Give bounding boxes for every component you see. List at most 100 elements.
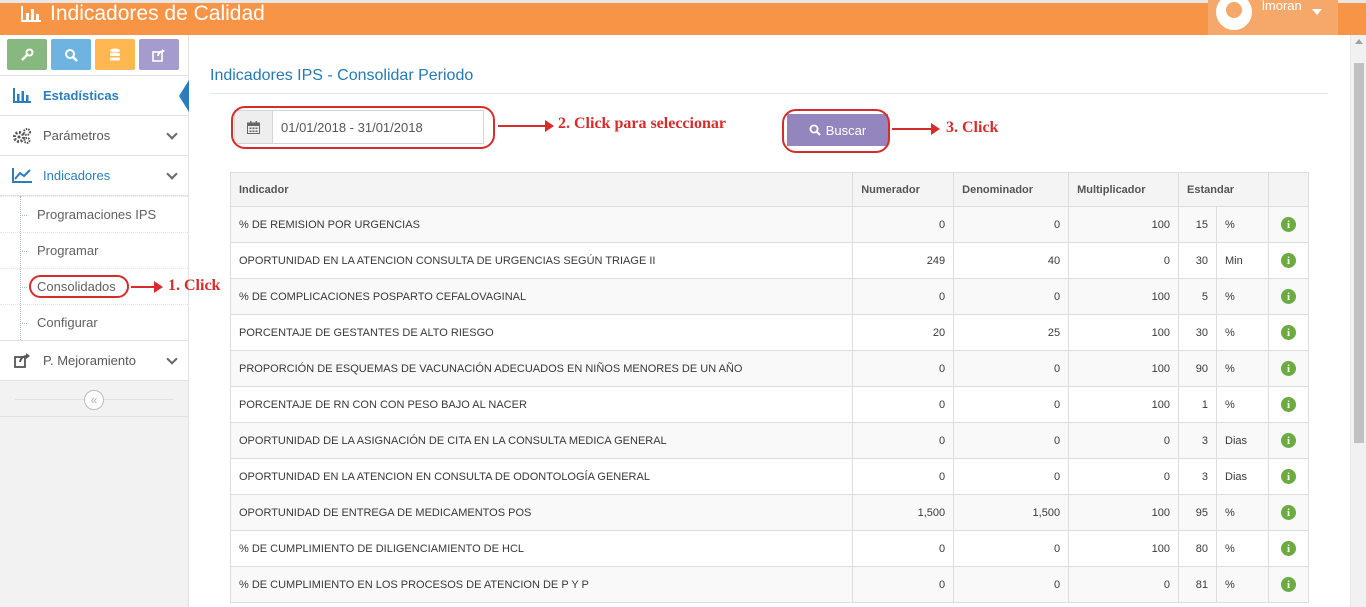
info-icon[interactable]: i bbox=[1280, 361, 1296, 376]
cell-actions: i bbox=[1267, 278, 1310, 315]
submenu-item-label: Configurar bbox=[37, 315, 98, 330]
cell-denominador: 0 bbox=[953, 458, 1070, 495]
sidebar-item-label: Parámetros bbox=[43, 128, 111, 143]
cell-indicador: PORCENTAJE DE GESTANTES DE ALTO RIESGO bbox=[229, 314, 854, 351]
info-icon[interactable]: i bbox=[1280, 253, 1296, 268]
col-header-denominador[interactable]: Denominador bbox=[953, 172, 1070, 207]
main-content: Indicadores IPS - Consolidar Periodo 01/… bbox=[190, 35, 1350, 607]
cell-estandar: 90 bbox=[1178, 350, 1217, 387]
sidebar-item-label: P. Mejoramiento bbox=[43, 353, 136, 368]
col-header-indicador[interactable]: Indicador bbox=[229, 172, 854, 207]
info-icon[interactable]: i bbox=[1280, 577, 1296, 592]
cell-estandar: 95 bbox=[1178, 494, 1217, 531]
cell-indicador: OPORTUNIDAD EN LA ATENCION CONSULTA DE U… bbox=[229, 242, 854, 279]
submenu-item-programar[interactable]: Programar bbox=[0, 232, 188, 268]
sidebar-collapse-row: « bbox=[0, 381, 188, 417]
col-header-multiplicador[interactable]: Multiplicador bbox=[1068, 172, 1180, 207]
cell-unidad: % bbox=[1216, 494, 1269, 531]
cell-unidad: % bbox=[1216, 566, 1269, 603]
cell-multiplicador: 100 bbox=[1068, 530, 1180, 567]
cell-unidad: % bbox=[1216, 386, 1269, 423]
cell-denominador: 0 bbox=[953, 566, 1070, 603]
submenu-item-programaciones-ips[interactable]: Programaciones IPS bbox=[0, 196, 188, 232]
chevron-down-icon bbox=[166, 128, 178, 140]
line-chart-icon bbox=[12, 168, 32, 184]
shortcut-database-button[interactable] bbox=[95, 39, 135, 70]
info-icon[interactable]: i bbox=[1280, 397, 1296, 412]
app-brand[interactable]: Indicadores de Calidad bbox=[20, 1, 265, 27]
cell-numerador: 0 bbox=[852, 278, 955, 315]
annotation-arrow-1 bbox=[131, 281, 163, 293]
bar-chart-icon bbox=[12, 88, 32, 104]
col-header-actions bbox=[1267, 172, 1310, 207]
cell-indicador: PROPORCIÓN DE ESQUEMAS DE VACUNACIÓN ADE… bbox=[229, 350, 854, 387]
cell-denominador: 0 bbox=[953, 422, 1070, 459]
double-chevron-left-icon[interactable]: « bbox=[84, 390, 104, 410]
cell-numerador: 0 bbox=[852, 350, 955, 387]
info-icon[interactable]: i bbox=[1280, 325, 1296, 340]
sidebar-item-parametros[interactable]: Parámetros bbox=[0, 116, 188, 156]
submenu-item-configurar[interactable]: Configurar bbox=[0, 304, 188, 340]
cell-indicador: % DE CUMPLIMIENTO EN LOS PROCESOS DE ATE… bbox=[229, 566, 854, 603]
cell-denominador: 0 bbox=[953, 386, 1070, 423]
submenu-item-label: Programaciones IPS bbox=[37, 207, 157, 222]
shortcut-search-button[interactable] bbox=[51, 39, 91, 70]
cell-multiplicador: 0 bbox=[1068, 458, 1180, 495]
cell-unidad: Dias bbox=[1216, 422, 1269, 459]
cell-numerador: 20 bbox=[852, 314, 955, 351]
user-menu[interactable]: lmoran bbox=[1208, 0, 1338, 35]
bar-chart-icon bbox=[21, 6, 41, 22]
sidebar-item-indicadores[interactable]: Indicadores bbox=[0, 156, 188, 196]
cell-actions: i bbox=[1267, 314, 1310, 351]
submenu-item-label: Programar bbox=[37, 243, 99, 258]
cell-estandar: 3 bbox=[1178, 458, 1217, 495]
annotation-oval-date bbox=[231, 106, 495, 149]
sidebar-item-label: Estadísticas bbox=[43, 88, 119, 103]
table-row: % DE COMPLICACIONES POSPARTO CEFALOVAGIN… bbox=[229, 278, 1310, 315]
cell-indicador: OPORTUNIDAD DE LA ASIGNACIÓN DE CITA EN … bbox=[229, 422, 854, 459]
table-row: OPORTUNIDAD DE LA ASIGNACIÓN DE CITA EN … bbox=[229, 422, 1310, 459]
info-icon[interactable]: i bbox=[1280, 541, 1296, 556]
cell-estandar: 80 bbox=[1178, 530, 1217, 567]
title-divider bbox=[210, 93, 1328, 94]
cell-multiplicador: 100 bbox=[1068, 386, 1180, 423]
annotation-arrow-3 bbox=[892, 123, 940, 135]
cell-numerador: 0 bbox=[852, 458, 955, 495]
cell-multiplicador: 0 bbox=[1068, 422, 1180, 459]
cell-multiplicador: 100 bbox=[1068, 494, 1180, 531]
cell-numerador: 1,500 bbox=[852, 494, 955, 531]
col-header-estandar[interactable]: Estandar bbox=[1178, 172, 1269, 207]
cell-multiplicador: 0 bbox=[1068, 242, 1180, 279]
cell-indicador: % DE REMISION POR URGENCIAS bbox=[229, 206, 854, 243]
sidebar-item-estadisticas[interactable]: Estadísticas bbox=[0, 76, 189, 116]
col-header-numerador[interactable]: Numerador bbox=[852, 172, 955, 207]
navbar: Indicadores de Calidad lmoran bbox=[0, 0, 1366, 35]
info-icon[interactable]: i bbox=[1280, 433, 1296, 448]
shortcut-share-button[interactable] bbox=[139, 39, 179, 70]
shortcut-wrench-button[interactable] bbox=[7, 39, 47, 70]
cell-multiplicador: 100 bbox=[1068, 206, 1180, 243]
page-title: Indicadores IPS - Consolidar Periodo bbox=[210, 67, 474, 84]
info-icon[interactable]: i bbox=[1280, 505, 1296, 520]
cell-unidad: % bbox=[1216, 530, 1269, 567]
scroll-thumb[interactable] bbox=[1354, 63, 1364, 443]
cell-actions: i bbox=[1267, 242, 1310, 279]
annotation-step1: 1. Click bbox=[168, 277, 221, 294]
table-row: OPORTUNIDAD EN LA ATENCION CONSULTA DE U… bbox=[229, 242, 1310, 279]
cell-unidad: % bbox=[1216, 206, 1269, 243]
info-icon[interactable]: i bbox=[1280, 289, 1296, 304]
cell-actions: i bbox=[1267, 458, 1310, 495]
scroll-up-arrow-icon[interactable] bbox=[1355, 39, 1363, 44]
cell-numerador: 0 bbox=[852, 386, 955, 423]
cell-unidad: Min bbox=[1216, 242, 1269, 279]
info-icon[interactable]: i bbox=[1280, 217, 1296, 232]
page-scrollbar[interactable] bbox=[1350, 35, 1366, 607]
cell-numerador: 0 bbox=[852, 206, 955, 243]
info-icon[interactable]: i bbox=[1280, 469, 1296, 484]
cell-actions: i bbox=[1267, 386, 1310, 423]
sidebar-item-p-mejoramiento[interactable]: P. Mejoramiento bbox=[0, 341, 188, 381]
cell-estandar: 3 bbox=[1178, 422, 1217, 459]
app-title: Indicadores de Calidad bbox=[50, 2, 265, 25]
cell-actions: i bbox=[1267, 530, 1310, 567]
search-icon bbox=[65, 48, 78, 62]
